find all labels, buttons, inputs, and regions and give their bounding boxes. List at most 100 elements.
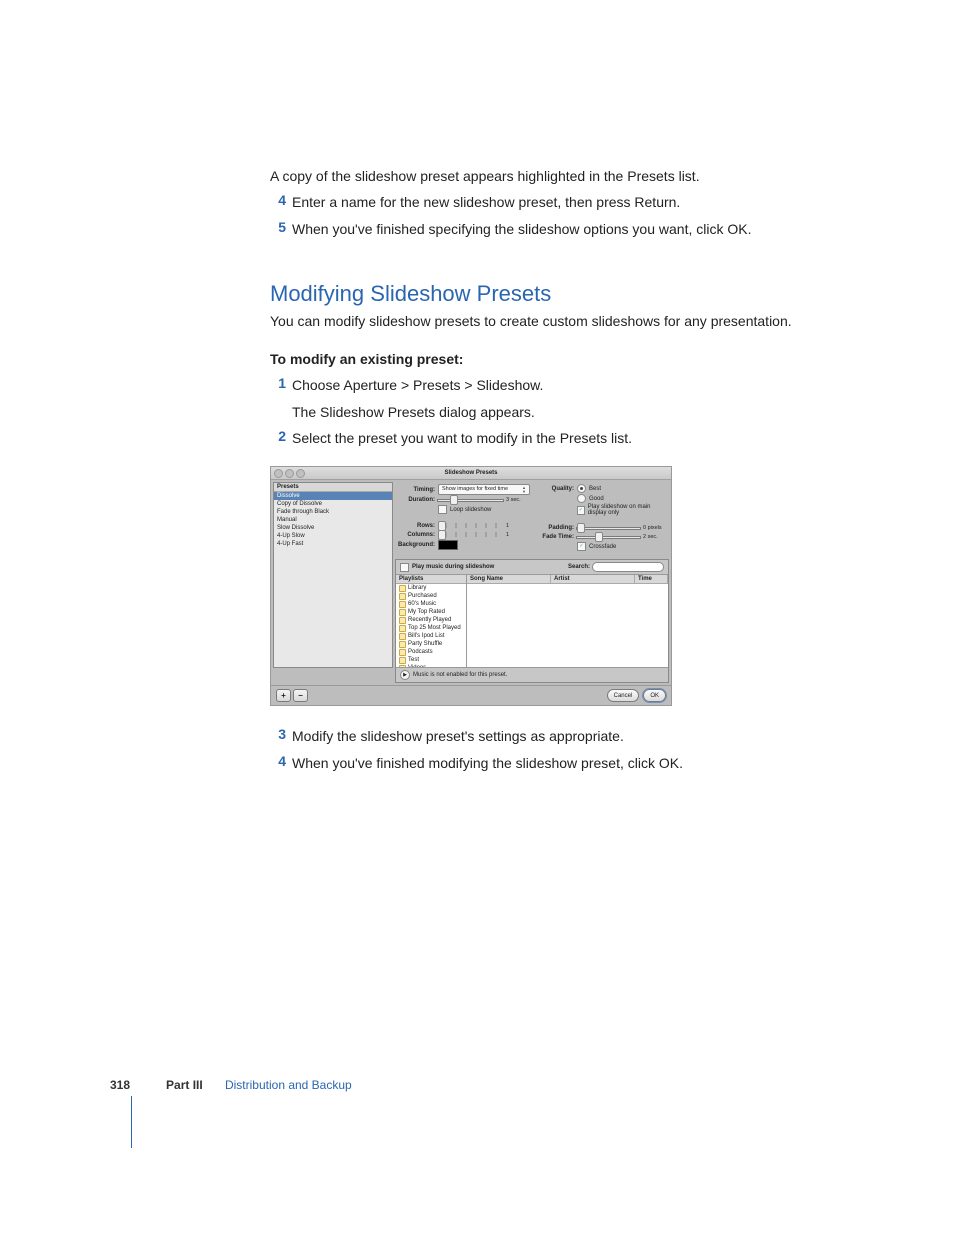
quality-good-label: Good [589, 496, 604, 502]
playlist-icon [399, 625, 406, 632]
add-preset-button[interactable]: + [276, 689, 291, 702]
playlist-icon [399, 641, 406, 648]
step-text: When you've finished specifying the slid… [292, 219, 860, 239]
speaker-icon[interactable]: ▶ [400, 670, 410, 680]
preset-item[interactable]: Slow Dissolve [274, 524, 392, 532]
presets-list[interactable]: Presets DissolveCopy of DissolveFade thr… [273, 482, 393, 668]
zoom-icon[interactable] [296, 469, 305, 478]
crossfade-label: Crossfade [589, 544, 616, 550]
step-line: 1 Choose Aperture > Presets > Slideshow. [270, 375, 860, 395]
footer-part: Part III [166, 1078, 203, 1092]
loop-label: Loop slideshow [450, 507, 491, 513]
step-line: 5 When you've finished specifying the sl… [270, 219, 860, 239]
playlist-item[interactable]: Top 25 Most Played [396, 624, 466, 632]
step-text: Select the preset you want to modify in … [292, 428, 860, 448]
search-input[interactable] [592, 562, 664, 572]
step-number: 3 [270, 726, 286, 746]
step-text: Enter a name for the new slideshow prese… [292, 192, 860, 212]
playlist-icon [399, 601, 406, 608]
heading-subtext: You can modify slideshow presets to crea… [270, 311, 860, 331]
fadetime-slider[interactable] [577, 533, 640, 541]
preset-item[interactable]: Fade through Black [274, 508, 392, 516]
step-line: 2 Select the preset you want to modify i… [270, 428, 860, 448]
step-number: 5 [270, 219, 286, 239]
section-heading: Modifying Slideshow Presets [270, 281, 860, 307]
playlist-icon [399, 585, 406, 592]
subheading: To modify an existing preset: [270, 349, 860, 369]
duration-slider[interactable] [438, 496, 503, 504]
step-number: 2 [270, 428, 286, 448]
fadetime-value: 2 sec. [643, 534, 667, 540]
quality-best-radio[interactable] [577, 484, 586, 493]
background-swatch[interactable] [438, 540, 458, 550]
step-aftertext-row: The Slideshow Presets dialog appears. [270, 402, 860, 422]
preset-item[interactable]: Copy of Dissolve [274, 500, 392, 508]
playlist-item[interactable]: Purchased [396, 592, 466, 600]
page-number: 318 [110, 1078, 130, 1092]
quality-good-radio[interactable] [577, 494, 586, 503]
padding-value: 0 pixels [643, 525, 667, 531]
ok-button[interactable]: OK [643, 689, 666, 702]
playlists-header: Playlists [396, 575, 466, 584]
remove-preset-button[interactable]: − [293, 689, 308, 702]
rows-slider[interactable] [438, 522, 503, 530]
quality-best-label: Best [589, 486, 601, 492]
playlist-icon [399, 657, 406, 664]
playlist-icon [399, 609, 406, 616]
preset-item[interactable]: Manual [274, 516, 392, 524]
fadetime-label: Fade Time: [534, 534, 574, 540]
playlist-icon [399, 617, 406, 624]
cancel-button[interactable]: Cancel [607, 689, 640, 702]
duration-value: 3 sec. [506, 497, 530, 503]
play-music-checkbox[interactable] [400, 563, 409, 572]
columns-value: 1 [506, 532, 530, 538]
step-number: 4 [270, 192, 286, 212]
main-display-checkbox[interactable] [577, 506, 585, 515]
playlists-list[interactable]: Playlists LibraryPurchased60's MusicMy T… [396, 575, 467, 667]
playlist-item[interactable]: 60's Music [396, 600, 466, 608]
playlist-item[interactable]: Podcasts [396, 648, 466, 656]
step-text: When you've finished modifying the slide… [292, 753, 860, 773]
duration-label: Duration: [397, 497, 435, 503]
playlist-item[interactable]: Library [396, 584, 466, 592]
songs-table[interactable]: Song Name Artist Time [467, 575, 668, 667]
columns-slider[interactable] [438, 531, 503, 539]
timing-dropdown[interactable]: Show images for fixed time▲▼ [438, 484, 530, 495]
close-icon[interactable] [274, 469, 283, 478]
minimize-icon[interactable] [285, 469, 294, 478]
step-line: 4 Enter a name for the new slideshow pre… [270, 192, 860, 212]
playlist-icon [399, 593, 406, 600]
preset-item[interactable]: 4-Up Slow [274, 532, 392, 540]
step-line: 3 Modify the slideshow preset's settings… [270, 726, 860, 746]
loop-checkbox[interactable] [438, 505, 447, 514]
play-music-label: Play music during slideshow [412, 564, 494, 570]
padding-slider[interactable] [577, 524, 640, 532]
music-disabled-note: Music is not enabled for this preset. [413, 672, 507, 678]
rows-label: Rows: [397, 523, 435, 529]
playlist-icon [399, 633, 406, 640]
preset-item[interactable]: 4-Up Fast [274, 540, 392, 548]
playlist-item[interactable]: My Top Rated [396, 608, 466, 616]
background-label: Background: [397, 542, 435, 548]
playlist-icon [399, 649, 406, 656]
preset-item[interactable]: Dissolve [274, 492, 392, 500]
playlist-item[interactable]: Bill's Ipod List [396, 632, 466, 640]
page-footer: 318 Part III Distribution and Backup [110, 1076, 352, 1094]
col-song-name: Song Name [467, 575, 551, 583]
step-aftertext: The Slideshow Presets dialog appears. [292, 402, 860, 422]
crossfade-checkbox[interactable] [577, 542, 586, 551]
presets-list-header: Presets [274, 483, 392, 492]
playlist-item[interactable]: Recently Played [396, 616, 466, 624]
footer-rule [131, 1096, 132, 1148]
main-display-label: Play slideshow on main display only [588, 504, 667, 516]
columns-label: Columns: [397, 532, 435, 538]
step-number: 4 [270, 753, 286, 773]
timing-label: Timing: [397, 487, 435, 493]
music-panel: Play music during slideshow Search: Play… [395, 559, 669, 683]
intro-text: A copy of the slideshow preset appears h… [270, 166, 860, 186]
playlist-item[interactable]: Test [396, 656, 466, 664]
padding-label: Padding: [534, 525, 574, 531]
playlist-item[interactable]: Party Shuffle [396, 640, 466, 648]
col-time: Time [635, 575, 668, 583]
step-number: 1 [270, 375, 286, 395]
